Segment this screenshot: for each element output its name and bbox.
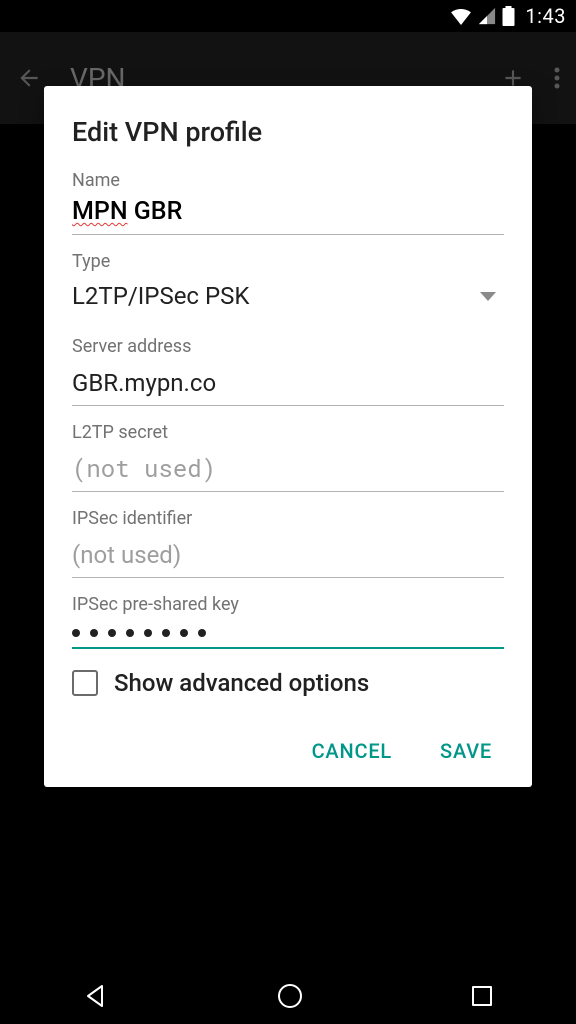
dialog-title: Edit VPN profile: [72, 116, 504, 148]
advanced-checkbox[interactable]: [72, 670, 98, 696]
name-input[interactable]: MPN GBR: [72, 197, 504, 235]
psk-label: IPSec pre-shared key: [72, 594, 504, 615]
nav-recent-icon[interactable]: [470, 984, 494, 1008]
advanced-options-row[interactable]: Show advanced options: [72, 669, 504, 697]
psk-field-group: IPSec pre-shared key: [72, 594, 504, 649]
cancel-button[interactable]: CANCEL: [308, 731, 396, 771]
server-label: Server address: [72, 336, 504, 357]
chevron-down-icon: [480, 292, 496, 301]
type-value: L2TP/IPSec PSK: [72, 282, 249, 310]
l2tp-secret-label: L2TP secret: [72, 422, 504, 443]
spell-error-text: MPN: [72, 197, 128, 226]
server-input[interactable]: [72, 363, 504, 406]
edit-vpn-dialog: Edit VPN profile Name MPN GBR Type L2TP/…: [44, 86, 532, 787]
dialog-actions: CANCEL SAVE: [72, 731, 504, 771]
nav-back-icon[interactable]: [82, 982, 110, 1010]
battery-icon: [502, 6, 515, 26]
name-label: Name: [72, 170, 504, 191]
save-button[interactable]: SAVE: [436, 731, 496, 771]
server-field-group: Server address: [72, 336, 504, 406]
l2tp-secret-input[interactable]: [72, 449, 504, 492]
status-bar: 1:43: [0, 0, 576, 32]
psk-input[interactable]: [72, 621, 504, 649]
ipsec-id-input[interactable]: [72, 535, 504, 578]
wifi-icon: [450, 7, 472, 25]
nav-home-icon[interactable]: [275, 981, 305, 1011]
ipsec-id-field-group: IPSec identifier: [72, 508, 504, 578]
name-field-group: Name MPN GBR: [72, 170, 504, 235]
navigation-bar: [0, 968, 576, 1024]
type-field-group: Type L2TP/IPSec PSK: [72, 251, 504, 320]
ipsec-id-label: IPSec identifier: [72, 508, 504, 529]
advanced-label: Show advanced options: [114, 669, 369, 697]
clock: 1:43: [525, 4, 566, 28]
cell-signal-icon: [478, 7, 496, 25]
type-label: Type: [72, 251, 504, 272]
type-dropdown[interactable]: L2TP/IPSec PSK: [72, 278, 504, 320]
l2tp-secret-field-group: L2TP secret: [72, 422, 504, 492]
